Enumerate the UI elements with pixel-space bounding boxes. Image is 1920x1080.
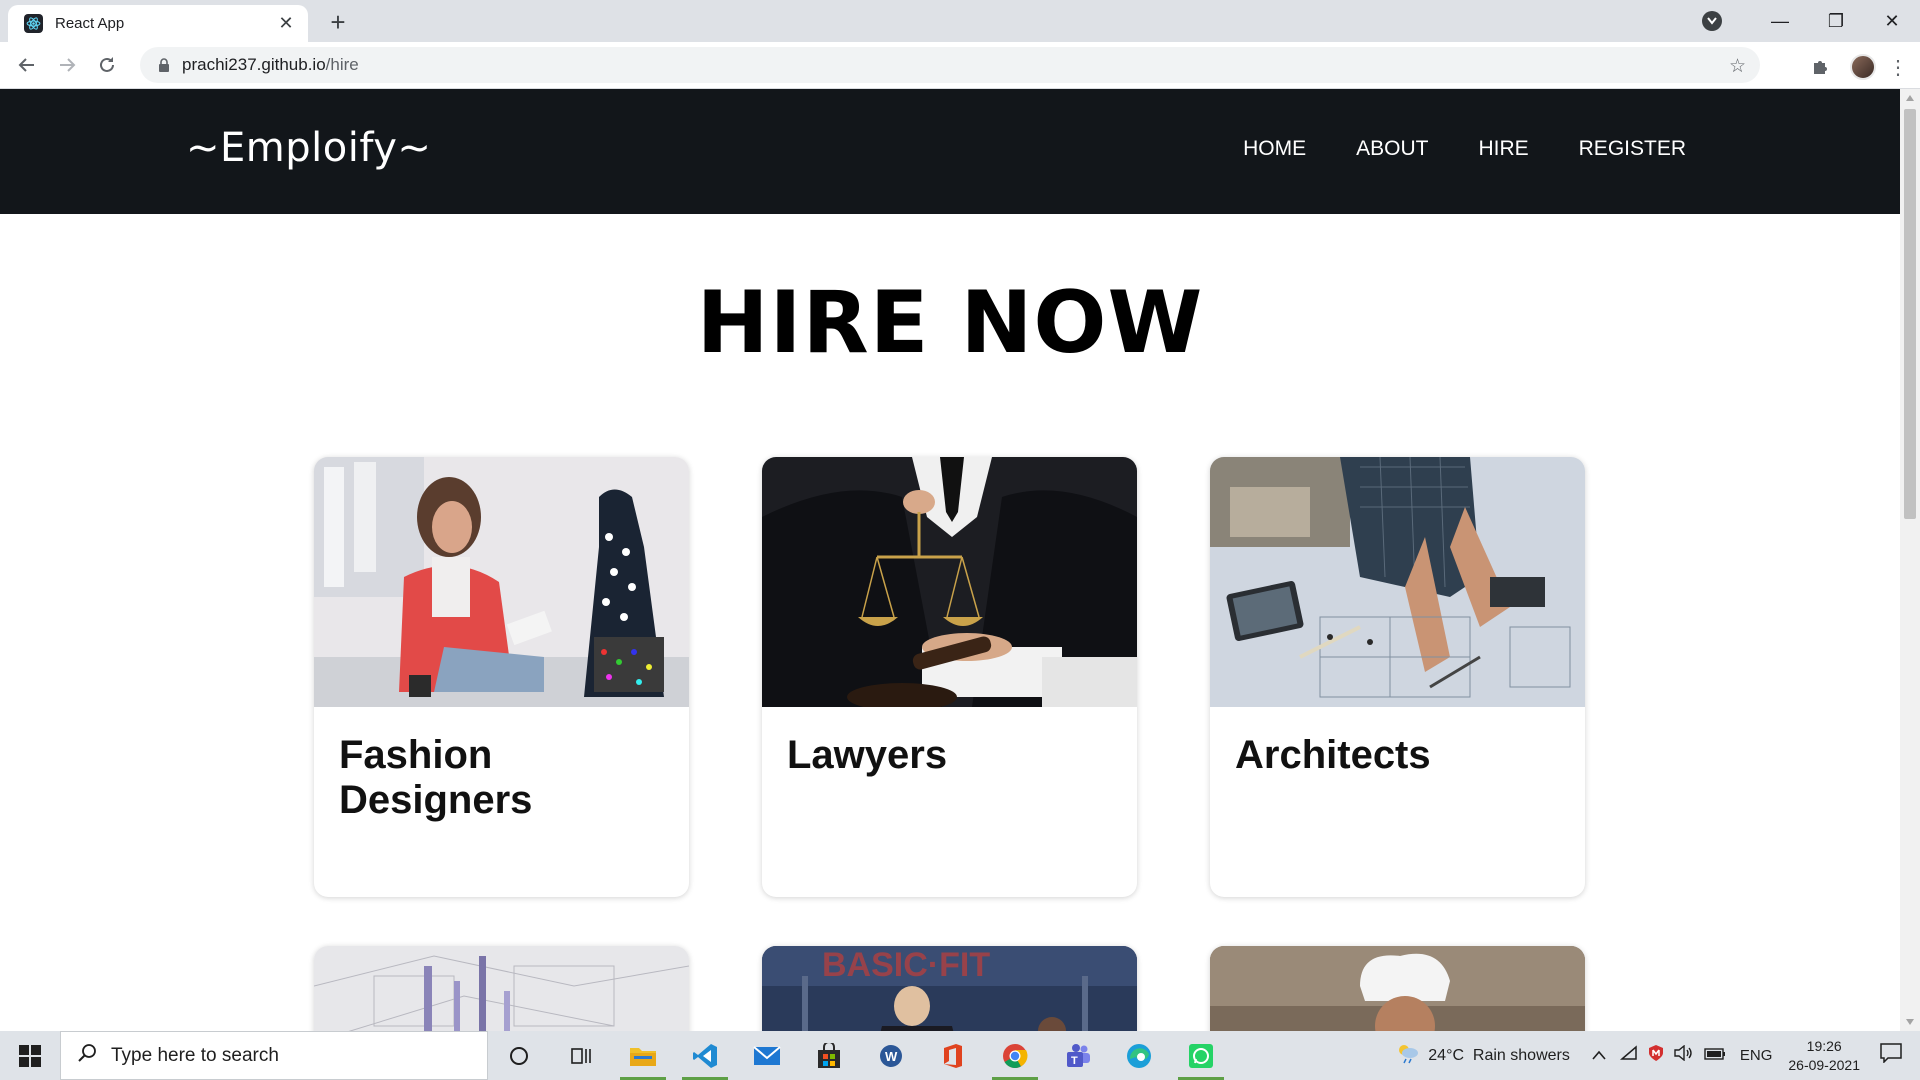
- system-tray: 24°C Rain showers ENG 19:26 26-09-2021: [1396, 1031, 1920, 1080]
- architecture-model-photo: [314, 946, 689, 1031]
- volume-icon[interactable]: [1674, 1044, 1694, 1066]
- notifications-icon[interactable]: [1880, 1043, 1902, 1068]
- back-arrow-icon[interactable]: [7, 45, 47, 85]
- nav-link-about[interactable]: ABOUT: [1356, 137, 1428, 161]
- page-scrollbar[interactable]: [1900, 89, 1920, 1031]
- tab-title: React App: [55, 15, 125, 32]
- svg-text:BASIC·FIT: BASIC·FIT: [822, 946, 990, 984]
- react-logo-icon: [24, 14, 43, 33]
- card-title: Lawyers: [787, 733, 948, 777]
- toolbar-right: ⋮: [1800, 47, 1910, 87]
- tab-search-icon[interactable]: [1702, 11, 1722, 31]
- web-page: ~Emploify~ HOME ABOUT HIRE REGISTER HIRE…: [0, 89, 1900, 1031]
- office-icon[interactable]: [922, 1031, 984, 1080]
- reload-icon[interactable]: [87, 45, 127, 85]
- svg-text:T: T: [1071, 1055, 1078, 1067]
- chevron-up-icon[interactable]: [1592, 1047, 1606, 1065]
- browser-tab[interactable]: React App ✕: [8, 5, 308, 42]
- brand-logo[interactable]: ~Emploify~: [186, 125, 431, 171]
- task-view-icon[interactable]: [550, 1031, 612, 1080]
- file-explorer-icon[interactable]: [612, 1031, 674, 1080]
- url-path: /hire: [325, 55, 359, 74]
- chrome-icon[interactable]: [984, 1031, 1046, 1080]
- antivirus-shield-icon[interactable]: [1648, 1044, 1664, 1067]
- mail-icon[interactable]: [736, 1031, 798, 1080]
- restore-icon[interactable]: ❐: [1808, 0, 1864, 42]
- kebab-menu-icon[interactable]: ⋮: [1886, 47, 1910, 87]
- clock[interactable]: 19:26 26-09-2021: [1788, 1037, 1860, 1075]
- fashion-designer-photo: [314, 457, 689, 707]
- architect-blueprint-photo: [1210, 457, 1585, 707]
- teams-icon[interactable]: T: [1046, 1031, 1108, 1080]
- profile-avatar[interactable]: [1850, 54, 1876, 80]
- card-architects[interactable]: Architects: [1210, 457, 1585, 897]
- url-text: prachi237.github.io/hire: [182, 55, 359, 75]
- windows-taskbar: Type here to search W T 24°C Rain shower…: [0, 1031, 1920, 1080]
- card-title: Fashion Designers: [339, 733, 533, 822]
- weather-text[interactable]: 24°C Rain showers: [1428, 1047, 1570, 1065]
- card-row2-3[interactable]: [1210, 946, 1585, 1031]
- battery-icon[interactable]: [1704, 1047, 1726, 1065]
- store-icon[interactable]: [798, 1031, 860, 1080]
- nav-link-hire[interactable]: HIRE: [1478, 137, 1528, 161]
- scrollbar-thumb[interactable]: [1904, 109, 1916, 519]
- minimize-icon[interactable]: —: [1752, 0, 1808, 42]
- gym-trainer-photo: BASIC·FIT: [762, 946, 1137, 1031]
- nav-link-register[interactable]: REGISTER: [1579, 137, 1686, 161]
- extensions-puzzle-icon[interactable]: [1800, 47, 1840, 87]
- scroll-down-arrow-icon[interactable]: [1906, 1019, 1914, 1025]
- address-bar[interactable]: prachi237.github.io/hire ☆: [140, 47, 1760, 83]
- browser-tab-strip: React App ✕ + — ❐ ✕: [0, 0, 1920, 42]
- browser-toolbar: prachi237.github.io/hire ☆ ⋮: [0, 42, 1920, 89]
- close-window-icon[interactable]: ✕: [1864, 0, 1920, 42]
- nav-link-home[interactable]: HOME: [1243, 137, 1306, 161]
- window-controls: — ❐ ✕: [1702, 0, 1920, 42]
- lock-icon[interactable]: [154, 55, 174, 75]
- nav-menu: HOME ABOUT HIRE REGISTER: [1243, 137, 1686, 161]
- language-indicator[interactable]: ENG: [1740, 1047, 1773, 1064]
- taskbar-search-box[interactable]: Type here to search: [60, 1031, 488, 1080]
- cortana-icon[interactable]: [488, 1031, 550, 1080]
- forward-arrow-icon[interactable]: [47, 45, 87, 85]
- page-heading: HIRE NOW: [696, 273, 1204, 373]
- card-row2-1[interactable]: [314, 946, 689, 1031]
- new-tab-button[interactable]: +: [322, 7, 354, 37]
- taskbar-search-placeholder: Type here to search: [111, 1044, 279, 1066]
- edge-icon[interactable]: [1108, 1031, 1170, 1080]
- wifi-icon[interactable]: [1619, 1045, 1638, 1066]
- weather-rain-icon[interactable]: [1396, 1042, 1420, 1069]
- chef-photo: [1210, 946, 1585, 1031]
- vscode-icon[interactable]: [674, 1031, 736, 1080]
- site-navbar: ~Emploify~ HOME ABOUT HIRE REGISTER: [0, 89, 1900, 214]
- bookmark-star-icon[interactable]: ☆: [1729, 55, 1746, 78]
- scroll-up-arrow-icon[interactable]: [1906, 95, 1914, 101]
- search-icon: [77, 1043, 97, 1068]
- card-title: Architects: [1235, 733, 1431, 777]
- card-fashion-designers[interactable]: Fashion Designers: [314, 457, 689, 897]
- card-lawyers[interactable]: Lawyers: [762, 457, 1137, 897]
- windows-start-icon[interactable]: [0, 1031, 60, 1080]
- close-tab-icon[interactable]: ✕: [272, 10, 300, 38]
- whatsapp-icon[interactable]: [1170, 1031, 1232, 1080]
- clock-time: 19:26: [1806, 1037, 1842, 1054]
- svg-text:W: W: [885, 1049, 898, 1064]
- word-app-icon[interactable]: W: [860, 1031, 922, 1080]
- card-row2-2[interactable]: BASIC·FIT: [762, 946, 1137, 1031]
- url-host: prachi237.github.io: [182, 55, 326, 74]
- lawyer-scales-photo: [762, 457, 1137, 707]
- clock-date: 26-09-2021: [1788, 1056, 1860, 1073]
